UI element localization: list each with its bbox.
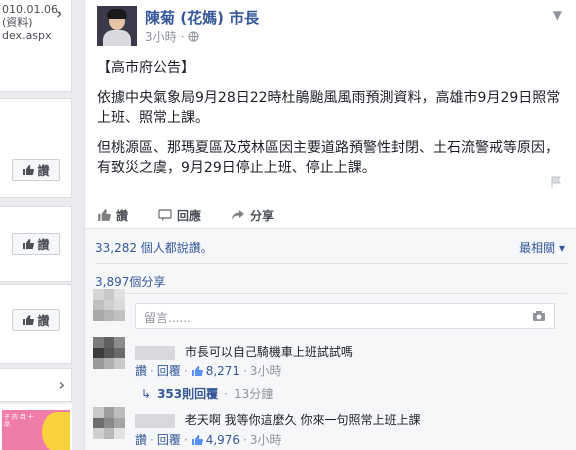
comment-placeholder: 留言...... — [144, 311, 191, 325]
like-page-button[interactable]: 讚 — [12, 309, 60, 331]
separator-dot: · — [183, 363, 188, 378]
like-button[interactable]: 讚 — [97, 204, 128, 226]
commenter-avatar[interactable] — [93, 337, 125, 369]
comment-icon — [158, 209, 172, 221]
left-card: 讚 — [0, 206, 72, 282]
promo-shape — [42, 412, 70, 450]
comment-text: 老天啊 我等你這麼久 你來一句照常上班上課 — [184, 413, 421, 427]
likes-summary[interactable]: 33,282 個人都說讚。 最相關 ▾ — [95, 239, 565, 256]
comment-button[interactable]: 回應 — [158, 204, 201, 226]
like-label: 讚 — [37, 237, 50, 252]
comment-author[interactable] — [135, 413, 175, 428]
replies-link[interactable]: ↳ 353則回覆 · 13分鐘 — [141, 385, 273, 402]
comment-reply-link[interactable]: 回覆 — [157, 431, 181, 448]
page-avatar[interactable] — [97, 6, 137, 46]
sort-dropdown[interactable]: 最相關 ▾ — [519, 239, 565, 256]
page-name[interactable]: 陳菊 (花媽) 市長 — [145, 7, 259, 28]
thumb-up-icon — [23, 315, 35, 325]
user-avatar — [93, 289, 125, 321]
comment-label: 回應 — [177, 208, 202, 223]
like-page-button[interactable]: 讚 — [12, 159, 60, 181]
reply-arrow-icon: ↳ — [141, 386, 152, 401]
avatar-body — [103, 30, 131, 46]
post-timestamp: 3小時 · — [145, 28, 200, 45]
comment-reply-link[interactable]: 回覆 — [157, 362, 181, 379]
thumb-up-icon — [191, 434, 203, 445]
thumb-up-icon — [23, 239, 35, 249]
comment-input[interactable]: 留言...... — [135, 303, 555, 329]
camera-icon[interactable] — [532, 310, 546, 322]
post-paragraph: 但桃源區、那瑪夏區及茂林區因主要道路預警性封閉、土石流警戒等原因，有致災之虞，9… — [97, 140, 559, 176]
like-label: 讚 — [37, 313, 50, 328]
like-label: 讚 — [37, 163, 50, 178]
left-card: 讚 — [0, 98, 72, 198]
comment-like-count[interactable]: 4,976 — [206, 433, 240, 447]
commenter-avatar[interactable] — [93, 407, 125, 439]
avatar-hair — [107, 9, 127, 19]
post-paragraph: 【高市府公告】 — [97, 60, 195, 76]
post-card: 陳菊 (花媽) 市長 3小時 · ▼ 【高市府公告】 依據中央氣象局9月28日2… — [84, 0, 576, 450]
replies-count[interactable]: 353則回覆 — [157, 385, 218, 402]
comment-like-link[interactable]: 讚 — [135, 362, 147, 379]
promo-image[interactable]: 子 的 目 十 品 — [2, 410, 70, 450]
separator-dot: · — [150, 432, 154, 447]
left-card-more[interactable]: › — [0, 368, 72, 402]
divider — [95, 293, 567, 294]
separator-dot: · — [243, 432, 247, 447]
thumb-up-icon — [23, 165, 35, 175]
comment-time[interactable]: 3小時 — [250, 362, 282, 379]
share-label: 分享 — [250, 208, 275, 223]
post-paragraph: 依據中央氣象局9月28日22時杜鵑颱風風雨預測資料，高雄市9月29日照常上班、照… — [97, 90, 561, 126]
comment-time[interactable]: 3小時 — [250, 431, 282, 448]
comment-author[interactable] — [135, 345, 175, 360]
chevron-right-icon[interactable]: › — [59, 375, 65, 394]
thumb-up-icon — [98, 209, 111, 221]
divider — [95, 263, 567, 264]
post-actions: 讚 回應 分享 — [97, 204, 565, 226]
comment-like-link[interactable]: 讚 — [135, 431, 147, 448]
separator-dot: · — [243, 363, 247, 378]
globe-icon — [188, 31, 200, 42]
comment-text: 市長可以自己騎機車上班試試嗎 — [184, 345, 353, 359]
separator-dot: · — [183, 432, 188, 447]
comment: 老天啊 我等你這麼久 你來一句照常上班上課 — [135, 411, 565, 428]
left-card-line: dex.aspx — [2, 29, 52, 42]
separator-dot: · — [180, 29, 185, 44]
promo-card[interactable]: 子 的 目 十 品 — [0, 404, 72, 450]
left-column: 010.01.06. (資料) dex.aspx 讚 讚 讚 › › 子 的 目… — [0, 0, 76, 450]
share-button[interactable]: 分享 — [231, 204, 274, 226]
flag-icon[interactable] — [550, 176, 562, 188]
shares-link[interactable]: 3,897個分享 — [95, 273, 565, 290]
comment: 市長可以自己騎機車上班試試嗎 — [135, 343, 565, 360]
like-label: 讚 — [116, 208, 129, 223]
chevron-down-icon[interactable]: ▼ — [553, 8, 562, 22]
comment-meta: 讚 · 回覆 · 4,976 · 3小時 — [135, 431, 282, 448]
replies-time: 13分鐘 — [233, 387, 274, 401]
feedback-section: 33,282 個人都說讚。 最相關 ▾ 3,897個分享 留言...... 市長… — [85, 228, 576, 450]
chevron-right-icon[interactable]: › — [56, 4, 62, 23]
share-icon — [232, 210, 245, 220]
separator-dot: · — [150, 363, 154, 378]
timestamp-text[interactable]: 3小時 — [145, 28, 177, 45]
promo-text: 子 的 目 十 品 — [4, 414, 34, 428]
like-page-button[interactable]: 讚 — [12, 233, 60, 255]
post-body: 【高市府公告】 依據中央氣象局9月28日22時杜鵑颱風風雨預測資料，高雄市9月2… — [97, 58, 567, 188]
separator-dot: · — [224, 386, 228, 401]
comment-like-count[interactable]: 8,271 — [206, 364, 240, 378]
likes-text[interactable]: 33,282 個人都說讚。 — [95, 239, 213, 256]
thumb-up-icon — [191, 365, 203, 376]
left-card: 讚 — [0, 284, 72, 364]
comment-meta: 讚 · 回覆 · 8,271 · 3小時 — [135, 362, 282, 379]
